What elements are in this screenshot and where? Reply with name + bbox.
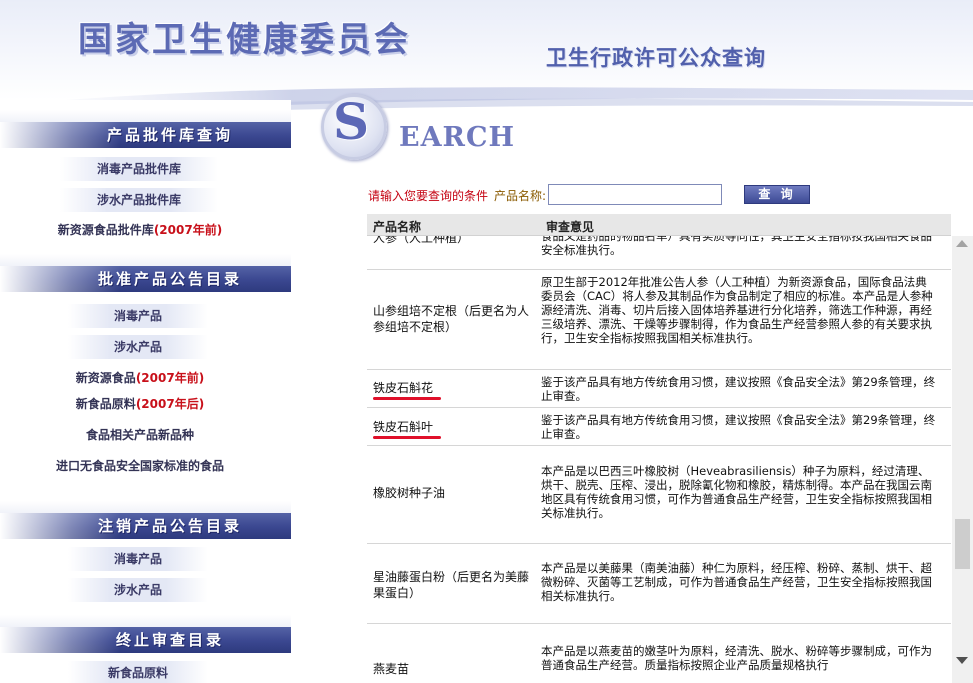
sidebar-item-label: 涉水产品 — [113, 340, 162, 354]
results-table-body: 人参（人工种植） 食品义是药品的物品名单）具有实质等同性，其卫生安全指标按我国相… — [367, 236, 951, 683]
sidebar-item-label: 消毒产品批件库 — [96, 162, 181, 176]
scroll-down-arrow-icon[interactable] — [956, 657, 968, 664]
section-title: 产品批件库查询 — [106, 126, 233, 144]
sidebar-section-header: 注销产品公告目录 — [0, 501, 291, 541]
cell-review-opinion: 本产品是以美藤果（南美油藤）种仁为原料，经压榨、粉碎、蒸制、烘干、超微粉碎、灭菌… — [541, 561, 932, 603]
scrollbar-thumb[interactable] — [955, 519, 970, 569]
sidebar-item-label: 新食品原料 — [107, 666, 168, 680]
results-table-header: 产品名称 审查意见 — [367, 214, 951, 236]
highlight-underline — [373, 397, 441, 400]
table-row: 铁皮石斛叶 鉴于该产品具有地方传统食用习惯，建议按照《食品安全法》第29条管理，… — [367, 408, 951, 446]
table-row: 星油藤蛋白粉（后更名为美藤果蛋白） 本产品是以美藤果（南美油藤）种仁为原料，经压… — [367, 544, 951, 624]
cell-product-name: 燕麦苗 — [373, 662, 410, 676]
sidebar-item-label: 食品相关产品新品种 — [85, 428, 194, 442]
cell-review-opinion: 本产品是以巴西三叶橡胶树（Heveabrasiliensis）种子为原料，经过清… — [541, 464, 932, 520]
section-title: 终止审查目录 — [115, 631, 224, 649]
sidebar-item-imported-food-no-standard[interactable]: 进口无食品安全国家标准的食品 — [0, 455, 280, 477]
cell-review-opinion: 鉴于该产品具有地方传统食用习惯，建议按照《食品安全法》第29条管理，终止审查。 — [541, 375, 936, 403]
cell-product-name: 人参（人工种植） — [373, 236, 470, 245]
sidebar-item-note: (2007年前) — [153, 223, 223, 237]
sidebar-item-label: 消毒产品 — [113, 552, 162, 566]
org-title: 国家卫生健康委员会 — [78, 20, 411, 60]
sidebar-item-note: (2007年前) — [135, 371, 205, 385]
cell-product-name: 星油藤蛋白粉（后更名为美藤果蛋白） — [373, 570, 530, 600]
column-header-review-opinion: 审查意见 — [546, 220, 595, 234]
sidebar-item-label: 涉水产品批件库 — [96, 193, 181, 207]
sidebar-item-new-food-materials[interactable]: 新食品原料(2007年后) — [0, 393, 280, 415]
page-root: 国家卫生健康委员会 卫生行政许可公众查询 产品批件库查询 消毒产品批件库 涉水产… — [0, 0, 973, 683]
sidebar-item-terminated-new-food-materials[interactable]: 新食品原料 — [68, 661, 208, 683]
sidebar-item-label: 新资源食品 — [75, 371, 136, 385]
search-logo-word: EARCH — [399, 122, 515, 153]
table-row: 燕麦苗 本产品是以燕麦苗的嫩茎叶为原料，经清洗、脱水、粉碎等步骤制成，可作为普通… — [367, 624, 951, 683]
sidebar-item-cancelled-water-products[interactable]: 涉水产品 — [68, 578, 208, 602]
cell-review-opinion: 本产品是以燕麦苗的嫩茎叶为原料，经清洗、脱水、粉碎等步骤制成，可作为普通食品生产… — [541, 644, 932, 672]
sidebar-item-label: 新食品原料 — [75, 397, 136, 411]
results-scrollbar[interactable] — [952, 236, 973, 683]
sub-title: 卫生行政许可公众查询 — [546, 45, 766, 70]
sidebar-item-disinfection-approval-db[interactable]: 消毒产品批件库 — [60, 157, 218, 181]
search-logo-letter: S — [333, 92, 370, 151]
sidebar-item-note: (2007年后) — [135, 397, 205, 411]
product-name-text: 铁皮石斛叶 — [373, 420, 434, 434]
sidebar-section-header: 批准产品公告目录 — [0, 254, 291, 294]
table-row: 人参（人工种植） 食品义是药品的物品名单）具有实质等同性，其卫生安全指标按我国相… — [367, 236, 951, 270]
table-row: 橡胶树种子油 本产品是以巴西三叶橡胶树（Heveabrasiliensis）种子… — [367, 446, 951, 544]
sidebar-item-food-related-products[interactable]: 食品相关产品新品种 — [0, 424, 280, 446]
cell-product-name: 铁皮石斛叶 — [373, 419, 533, 439]
sidebar-section-header: 终止审查目录 — [0, 615, 291, 655]
scroll-up-arrow-icon[interactable] — [956, 240, 968, 247]
sidebar-section-header: 产品批件库查询 — [0, 110, 291, 150]
cell-review-opinion: 食品义是药品的物品名单）具有实质等同性，其卫生安全指标按我国相关食品安全标准执行… — [541, 236, 932, 257]
sidebar-item-label: 消毒产品 — [113, 309, 162, 323]
sidebar: 产品批件库查询 消毒产品批件库 涉水产品批件库 新资源食品批件库(2007年前)… — [0, 100, 291, 683]
product-name-text: 铁皮石斛花 — [373, 381, 434, 395]
highlight-underline — [373, 436, 441, 439]
sidebar-item-water-products[interactable]: 涉水产品 — [68, 335, 208, 359]
section-title: 注销产品公告目录 — [97, 517, 242, 535]
sidebar-item-disinfection-products[interactable]: 消毒产品 — [68, 304, 208, 328]
sidebar-item-label: 新资源食品批件库 — [57, 223, 154, 237]
sidebar-item-label: 进口无食品安全国家标准的食品 — [55, 459, 224, 473]
product-name-input[interactable] — [548, 184, 722, 205]
product-name-label: 产品名称: — [494, 189, 547, 203]
cell-product-name: 铁皮石斛花 — [373, 380, 533, 400]
sidebar-item-label: 涉水产品 — [113, 583, 162, 597]
sidebar-item-cancelled-disinfection-products[interactable]: 消毒产品 — [68, 547, 208, 571]
table-row: 铁皮石斛花 鉴于该产品具有地方传统食用习惯，建议按照《食品安全法》第29条管理，… — [367, 370, 951, 408]
query-button[interactable]: 查 询 — [744, 185, 810, 204]
column-header-product-name: 产品名称 — [373, 220, 422, 234]
sidebar-item-new-resource-food[interactable]: 新资源食品(2007年前) — [0, 367, 280, 389]
cell-review-opinion: 原卫生部于2012年批准公告人参（人工种植）为新资源食品，国际食品法典委员会（C… — [541, 275, 933, 345]
cell-product-name: 橡胶树种子油 — [373, 486, 446, 500]
section-title: 批准产品公告目录 — [97, 270, 242, 288]
query-prompt: 请输入您要查询的条件 — [368, 189, 489, 203]
table-row: 山参组培不定根（后更名为人参组培不定根） 原卫生部于2012年批准公告人参（人工… — [367, 270, 951, 370]
sidebar-item-water-approval-db[interactable]: 涉水产品批件库 — [60, 188, 218, 212]
cell-product-name: 山参组培不定根（后更名为人参组培不定根） — [373, 304, 530, 334]
search-logo: S EARCH — [315, 92, 515, 172]
sidebar-item-new-resource-food-approval-db[interactable]: 新资源食品批件库(2007年前) — [0, 219, 280, 241]
cell-review-opinion: 鉴于该产品具有地方传统食用习惯，建议按照《食品安全法》第29条管理，终止审查。 — [541, 413, 936, 441]
